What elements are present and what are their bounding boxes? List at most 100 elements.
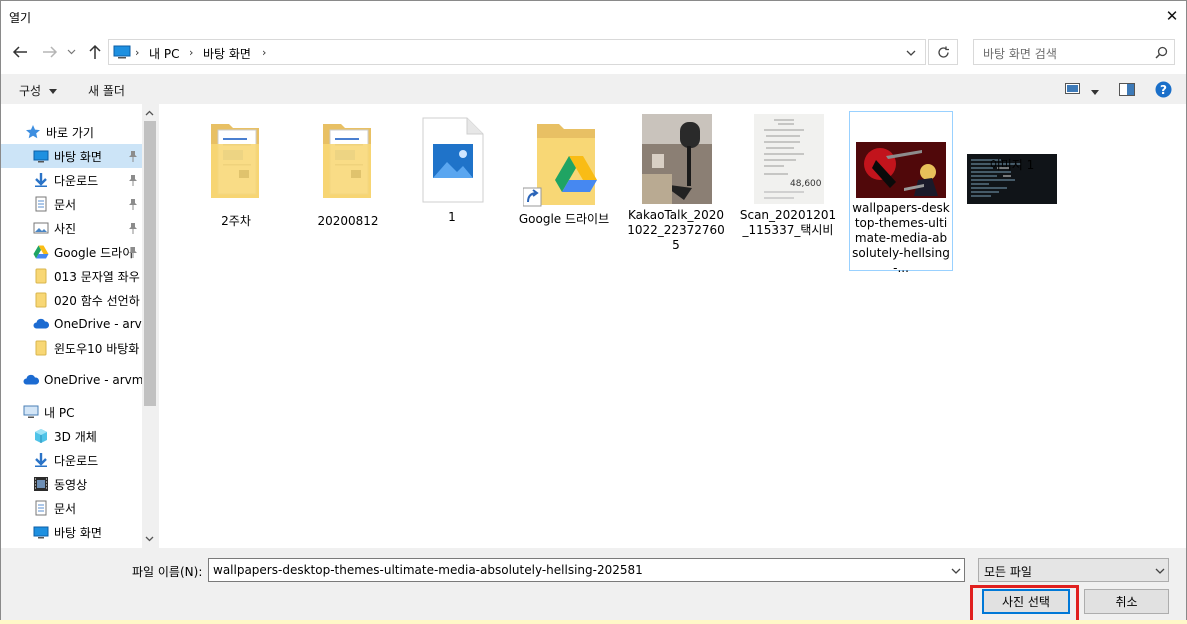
sidebar-item-label: 윈도우10 바탕화 <box>54 341 140 356</box>
filename-input[interactable]: wallpapers-desktop-themes-ultimate-media… <box>213 563 643 577</box>
sidebar-item[interactable]: 사진 <box>1 216 142 240</box>
filename-field[interactable]: wallpapers-desktop-themes-ultimate-media… <box>208 558 965 582</box>
video-icon <box>33 476 49 492</box>
photo-thumbnail <box>642 114 712 207</box>
title-bar: 열기 ✕ <box>1 1 1186 33</box>
forward-button[interactable] <box>39 41 61 63</box>
sidebar-item[interactable]: 내 PC <box>1 400 142 424</box>
cancel-button[interactable]: 취소 <box>1084 589 1169 614</box>
organize-label: 구성 <box>19 84 42 98</box>
help-icon: ? <box>1155 81 1172 98</box>
document-icon <box>33 500 49 516</box>
file-name: 2주차 <box>221 214 251 228</box>
back-arrow-icon <box>12 46 27 58</box>
scroll-down-icon[interactable] <box>145 536 154 542</box>
file-name: Scan_20201201_115337_택시비 <box>739 208 837 237</box>
help-button[interactable]: ? <box>1155 81 1172 101</box>
back-button[interactable] <box>9 41 31 63</box>
file-name: 1 <box>448 210 456 224</box>
breadcrumb-desktop[interactable]: 바탕 화면 <box>203 45 251 62</box>
sidebar-item[interactable]: 3D 개체 <box>1 424 142 448</box>
command-bar: 구성 새 폴더 ? <box>1 74 1186 104</box>
filetype-dropdown[interactable]: 모든 파일 <box>978 558 1169 582</box>
image-file-thumbnail <box>421 116 485 207</box>
file-item[interactable]: wallpapers-desktop-themes-ultimate-media… <box>849 111 953 275</box>
folder-icon <box>33 292 49 308</box>
desktop-strip <box>0 620 1187 624</box>
sidebar-item[interactable]: 다운로드 <box>1 448 142 472</box>
file-name: 이미지 1 <box>989 158 1035 172</box>
navigation-scroll-thumb[interactable] <box>144 121 156 406</box>
pin-icon <box>128 174 138 186</box>
recent-locations-button[interactable] <box>63 41 79 63</box>
navigation-pane: 바로 가기 바탕 화면 다운로드 문서 사진 Google 드라이 013 문자열 좌우 02… <box>1 104 158 548</box>
sidebar-item[interactable]: 윈도우10 바탕화 <box>1 336 142 360</box>
download-icon <box>33 452 49 468</box>
3d-objects-icon <box>33 428 49 444</box>
download-icon <box>33 172 49 188</box>
sidebar-item-label: 바탕 화면 <box>54 525 102 540</box>
filetype-value: 모든 파일 <box>984 565 1032 579</box>
sidebar-item[interactable]: 문서 <box>1 192 142 216</box>
breadcrumb-separator-icon: › <box>135 46 140 59</box>
google-drive-icon <box>33 244 49 260</box>
sidebar-item-label: 바탕 화면 <box>54 149 102 164</box>
pin-icon <box>128 198 138 210</box>
sidebar-item-label: 사진 <box>54 221 77 236</box>
sidebar-item-label: 3D 개체 <box>54 429 97 444</box>
sidebar-item[interactable]: 바로 가기 <box>1 120 142 144</box>
pc-icon <box>113 45 131 59</box>
up-button[interactable] <box>84 41 106 63</box>
pin-icon <box>128 246 138 258</box>
scroll-up-icon[interactable] <box>145 110 154 116</box>
onedrive-icon <box>33 316 50 332</box>
sidebar-item-label: 다운로드 <box>54 173 99 188</box>
sidebar-item-label: 내 PC <box>44 405 75 420</box>
preview-pane-button[interactable] <box>1119 83 1135 99</box>
sidebar-item[interactable]: OneDrive - arvm <box>1 312 142 336</box>
new-folder-button[interactable]: 새 폴더 <box>88 82 125 99</box>
filename-label: 파일 이름(N): <box>132 565 203 579</box>
view-options-button[interactable] <box>1065 83 1099 98</box>
address-bar[interactable]: › 내 PC › 바탕 화면 › <box>108 39 926 65</box>
file-name: Google 드라이브 <box>518 212 610 226</box>
sidebar-item[interactable]: 013 문자열 좌우 <box>1 264 142 288</box>
sidebar-item[interactable]: 020 함수 선언하 <box>1 288 142 312</box>
forward-arrow-icon <box>43 46 58 58</box>
close-icon: ✕ <box>1165 7 1179 25</box>
star-icon <box>25 124 41 140</box>
sidebar-item-label: 문서 <box>54 197 77 212</box>
organize-button[interactable]: 구성 <box>19 82 57 99</box>
breadcrumb-separator-icon: › <box>189 46 194 59</box>
close-button[interactable]: ✕ <box>1157 1 1187 31</box>
folder-icon <box>33 340 49 356</box>
file-name: wallpapers-desktop-themes-ultimate-media… <box>852 201 950 275</box>
wallpaper-thumbnail <box>856 142 946 201</box>
up-arrow-icon <box>89 44 101 59</box>
chevron-down-icon <box>67 49 75 55</box>
document-icon <box>33 196 49 212</box>
sidebar-item[interactable]: 바탕 화면 <box>1 144 142 168</box>
sidebar-item[interactable]: 문서 <box>1 496 142 520</box>
chevron-down-icon <box>48 89 57 94</box>
sidebar-item[interactable]: OneDrive - arvmc <box>1 368 142 392</box>
sidebar-item[interactable]: Google 드라이 <box>1 240 142 264</box>
address-history-chevron-icon[interactable] <box>906 50 916 56</box>
svg-text:48,600: 48,600 <box>790 179 822 189</box>
search-box[interactable]: 바탕 화면 검색 <box>973 39 1175 65</box>
chevron-down-icon[interactable] <box>951 568 961 574</box>
pc-icon <box>23 404 39 420</box>
search-input[interactable]: 바탕 화면 검색 <box>983 45 1057 62</box>
chevron-down-icon <box>1155 568 1165 574</box>
sidebar-item[interactable]: 다운로드 <box>1 168 142 192</box>
breadcrumb-my-pc[interactable]: 내 PC <box>149 45 179 62</box>
dialog-title: 열기 <box>9 11 32 25</box>
file-name: 20200812 <box>317 214 379 228</box>
sidebar-item[interactable]: 바탕 화면 <box>1 520 142 544</box>
sidebar-item[interactable]: 동영상 <box>1 472 142 496</box>
pin-icon <box>128 222 138 234</box>
sidebar-item-label: 013 문자열 좌우 <box>54 269 140 284</box>
pin-icon <box>128 150 138 162</box>
refresh-button[interactable] <box>928 39 958 65</box>
search-icon <box>1155 46 1168 59</box>
